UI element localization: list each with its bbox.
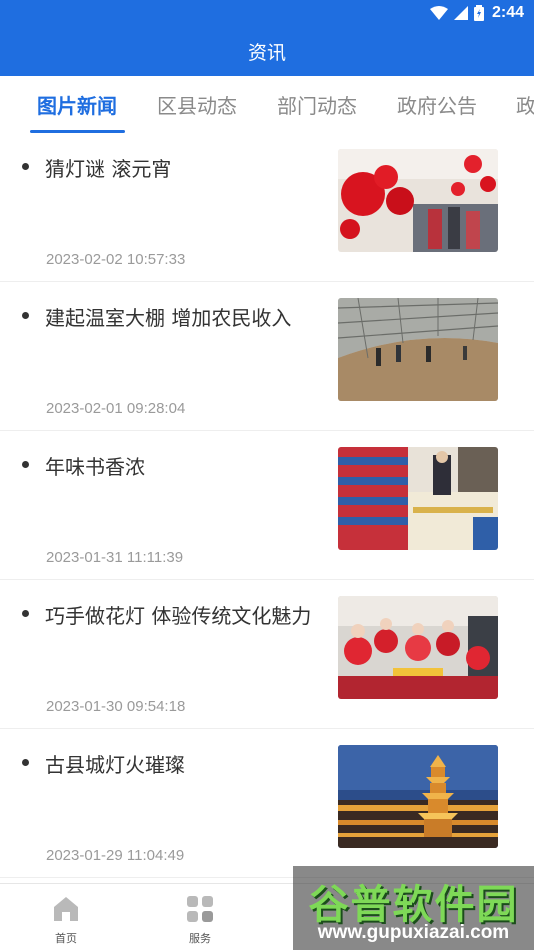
status-bar: 2:44 — [0, 0, 534, 26]
nav-home-label: 首页 — [55, 932, 77, 945]
news-title: 建起温室大棚 增加农民收入 — [45, 306, 292, 330]
watermark-url: www.gupuxiazai.com — [317, 922, 510, 943]
news-date: 2023-01-31 11:11:39 — [46, 549, 184, 566]
news-date: 2023-01-29 11:04:49 — [46, 847, 185, 864]
pagoda-night-photo — [338, 745, 498, 848]
news-date: 2023-01-30 09:54:18 — [46, 698, 186, 715]
news-item[interactable]: 年味书香浓 2023-01-31 11:11:39 — [0, 431, 534, 580]
tab-picture-news[interactable]: 图片新闻 — [37, 90, 117, 119]
home-icon — [54, 897, 78, 921]
category-tabs: 图片新闻 区县动态 部门动态 政府公告 政 — [0, 76, 534, 133]
app-bar: 资讯 — [0, 26, 534, 76]
battery-charging-icon — [473, 5, 484, 21]
tab-department-news[interactable]: 部门动态 — [277, 90, 357, 119]
news-title: 巧手做花灯 体验传统文化魅力 — [45, 604, 312, 628]
nav-services-label: 服务 — [189, 932, 211, 945]
bullet-dot — [22, 163, 29, 170]
page-title: 资讯 — [247, 41, 286, 64]
status-time: 2:44 — [491, 4, 524, 21]
news-title: 年味书香浓 — [45, 455, 145, 479]
news-item[interactable]: 建起温室大棚 增加农民收入 2023-02-01 09:28:04 — [0, 282, 534, 431]
red-lanterns-photo — [338, 149, 498, 252]
tab-government-more[interactable]: 政 — [516, 90, 534, 119]
news-title: 古县城灯火璀璨 — [45, 753, 185, 777]
news-title: 猜灯谜 滚元宵 — [45, 157, 172, 181]
nav-home[interactable]: 首页 — [26, 884, 106, 951]
bookstore-photo — [338, 447, 498, 550]
wifi-icon — [429, 6, 448, 20]
greenhouse-farmers-photo — [338, 298, 498, 401]
grid-icon — [187, 896, 213, 922]
children-lanterns-photo — [338, 596, 498, 699]
bullet-dot — [22, 312, 29, 319]
news-item[interactable]: 巧手做花灯 体验传统文化魅力 2023-01-30 09:54:18 — [0, 580, 534, 729]
bullet-dot — [22, 759, 29, 766]
bullet-dot — [22, 610, 29, 617]
news-item[interactable]: 猜灯谜 滚元宵 2023-02-02 10:57:33 — [0, 133, 534, 282]
tab-government-notice[interactable]: 政府公告 — [397, 90, 477, 119]
news-list: 猜灯谜 滚元宵 2023-02-02 10:57:33 建起温室大棚 增加农民收… — [0, 133, 534, 878]
news-date: 2023-02-02 10:57:33 — [46, 251, 186, 268]
tab-county-news[interactable]: 区县动态 — [157, 90, 237, 119]
nav-services[interactable]: 服务 — [160, 884, 240, 951]
bullet-dot — [22, 461, 29, 468]
signal-icon — [453, 6, 468, 20]
news-date: 2023-02-01 09:28:04 — [46, 400, 186, 417]
news-item[interactable]: 古县城灯火璀璨 2023-01-29 11:04:49 — [0, 729, 534, 878]
watermark-overlay: 谷普软件园 www.gupuxiazai.com — [293, 866, 534, 950]
